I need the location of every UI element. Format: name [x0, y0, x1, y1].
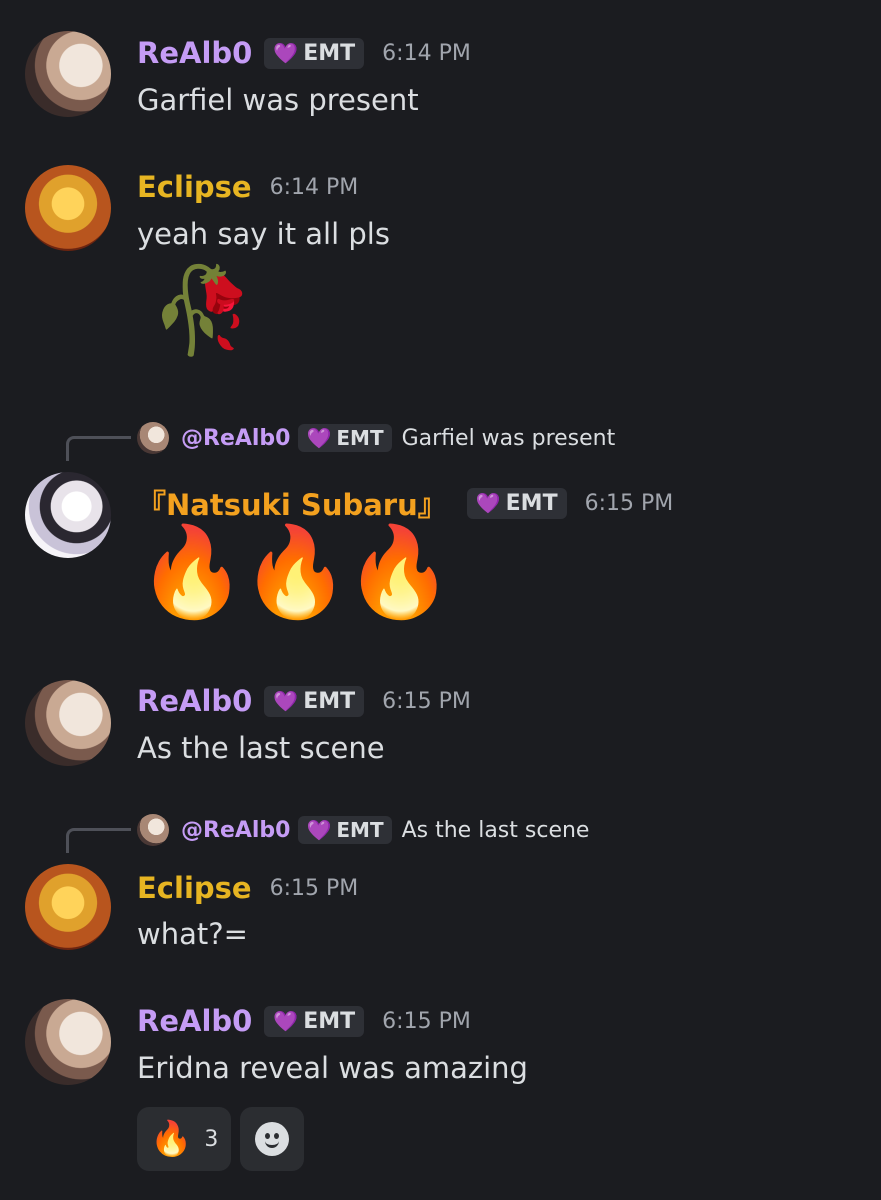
reaction-count: 3 — [204, 1126, 219, 1152]
timestamp: 6:14 PM — [269, 174, 359, 200]
timestamp: 6:15 PM — [382, 1008, 471, 1034]
badge-label: EMT — [505, 490, 558, 516]
reply-preview[interactable]: @ReAlb0 💜 EMT Garfiel was present — [137, 422, 615, 454]
timestamp: 6:15 PM — [382, 688, 471, 714]
purple-heart-icon: 💜 — [273, 41, 299, 65]
smiley-face-icon — [255, 1122, 290, 1156]
reply-text: Garfiel was present — [401, 425, 616, 451]
guild-tag-badge[interactable]: 💜 EMT — [298, 816, 392, 844]
reply-author[interactable]: @ReAlb0 — [181, 818, 290, 843]
add-reaction-button[interactable] — [240, 1107, 305, 1171]
reply-avatar — [137, 814, 169, 846]
avatar[interactable] — [25, 165, 111, 251]
author-name[interactable]: 『Natsuki Subaru』 — [137, 482, 447, 524]
timestamp: 6:14 PM — [382, 40, 471, 66]
timestamp: 6:15 PM — [269, 875, 359, 901]
badge-label: EMT — [303, 40, 356, 66]
reply-preview[interactable]: @ReAlb0 💜 EMT As the last scene — [137, 814, 589, 846]
avatar[interactable] — [25, 31, 111, 117]
purple-heart-icon: 💜 — [475, 491, 501, 515]
timestamp: 6:15 PM — [584, 490, 674, 516]
reply-spine — [66, 828, 131, 853]
reactions-bar: 🔥 3 — [137, 1107, 305, 1171]
guild-tag-badge[interactable]: 💜 EMT — [466, 487, 567, 519]
fire-emoji: 🔥 — [150, 1119, 193, 1159]
reply-avatar — [137, 422, 169, 454]
message-text: Eridna reveal was amazing — [137, 1051, 528, 1085]
message-text: what?= — [137, 917, 248, 951]
author-name[interactable]: ReAlb0 — [137, 684, 252, 718]
author-name[interactable]: ReAlb0 — [137, 1004, 252, 1038]
author-name[interactable]: Eclipse — [137, 170, 252, 204]
purple-heart-icon: 💜 — [306, 426, 332, 450]
avatar[interactable] — [25, 472, 111, 558]
message-text: yeah say it all pls — [137, 217, 390, 251]
reply-author[interactable]: @ReAlb0 — [181, 426, 290, 451]
reply-text: As the last scene — [401, 817, 590, 843]
guild-tag-badge[interactable]: 💜 EMT — [264, 1005, 365, 1037]
fire-emojis[interactable]: 🔥🔥🔥 — [137, 528, 454, 616]
badge-label: EMT — [303, 688, 356, 714]
badge-label: EMT — [336, 426, 384, 450]
author-name[interactable]: ReAlb0 — [137, 36, 252, 70]
purple-heart-icon: 💜 — [306, 818, 332, 842]
author-name[interactable]: Eclipse — [137, 871, 252, 905]
avatar[interactable] — [25, 680, 111, 766]
reply-spine — [66, 436, 131, 461]
badge-label: EMT — [336, 818, 384, 842]
badge-label: EMT — [303, 1008, 356, 1034]
avatar[interactable] — [25, 864, 111, 950]
message-text: As the last scene — [137, 731, 385, 765]
guild-tag-badge[interactable]: 💜 EMT — [264, 685, 365, 717]
message-text: Garfiel was present — [137, 83, 419, 117]
reaction-fire[interactable]: 🔥 3 — [137, 1107, 232, 1171]
wilted-rose-emoji[interactable]: 🥀 — [150, 268, 255, 352]
purple-heart-icon: 💜 — [273, 1009, 299, 1033]
guild-tag-badge[interactable]: 💜 EMT — [264, 37, 365, 69]
guild-tag-badge[interactable]: 💜 EMT — [298, 424, 392, 452]
avatar[interactable] — [25, 999, 111, 1085]
purple-heart-icon: 💜 — [273, 689, 299, 713]
